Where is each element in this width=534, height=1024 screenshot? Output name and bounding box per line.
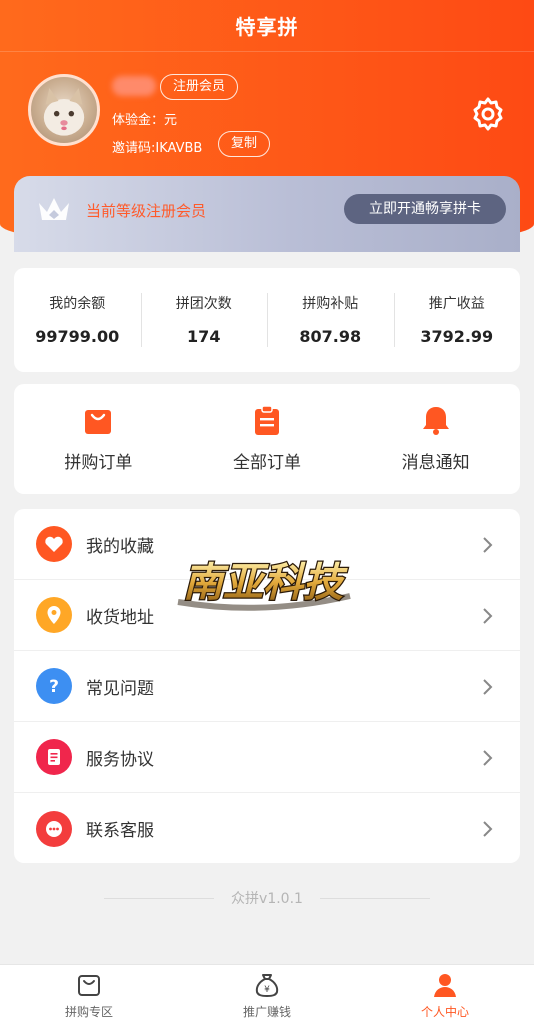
cat-avatar-icon xyxy=(43,88,85,136)
stat-value: 99799.00 xyxy=(35,327,120,346)
money-bag-icon: ¥ xyxy=(255,974,279,998)
order-item-label: 消息通知 xyxy=(401,453,470,473)
question-icon: ? xyxy=(36,668,72,704)
account-stats-card: 我的余额 99799.00 拼团次数 174 拼购补贴 807.98 推广收益 … xyxy=(14,268,520,372)
menu-item-label: 我的收藏 xyxy=(86,536,154,557)
stat-value: 174 xyxy=(187,327,221,346)
page-title: 特享拼 xyxy=(235,15,299,39)
copy-invite-button[interactable]: 复制 xyxy=(218,131,271,157)
stat-label: 拼购补贴 xyxy=(302,296,359,312)
stat-value: 3792.99 xyxy=(420,327,494,346)
stat-value: 807.98 xyxy=(299,327,362,346)
order-item-label: 全部订单 xyxy=(233,453,301,473)
heart-icon xyxy=(36,526,72,562)
menu-item-faq[interactable]: ? 常见问题 xyxy=(14,651,520,722)
chevron-right-icon xyxy=(483,750,493,766)
stat-balance[interactable]: 我的余额 99799.00 xyxy=(14,291,141,349)
notifications-button[interactable]: 消息通知 xyxy=(351,384,520,494)
stat-label: 推广收益 xyxy=(428,296,485,312)
cart-icon xyxy=(78,975,100,996)
stat-promotion-income[interactable]: 推广收益 3792.99 xyxy=(393,291,521,349)
avatar[interactable] xyxy=(28,74,100,146)
chevron-right-icon xyxy=(483,537,493,553)
tab-promote-earn[interactable]: ¥ 推广赚钱 xyxy=(178,965,356,1024)
stat-group-count[interactable]: 拼团次数 174 xyxy=(140,291,268,349)
chevron-right-icon xyxy=(483,679,493,695)
person-icon xyxy=(434,974,456,997)
watermark-logo: 南亚科技 xyxy=(177,558,351,611)
crown-icon xyxy=(39,198,69,220)
chat-icon xyxy=(36,810,72,847)
stat-label: 拼团次数 xyxy=(175,296,232,312)
bell-icon xyxy=(422,407,449,435)
invite-code: 邀请码:IKAVBB xyxy=(112,141,203,156)
open-vip-card-button[interactable]: 立即开通畅享拼卡 xyxy=(344,194,506,224)
vip-membership-card: 当前等级注册会员 立即开通畅享拼卡 xyxy=(14,176,520,252)
chevron-right-icon xyxy=(483,821,493,837)
shopping-bag-icon xyxy=(85,410,112,434)
svg-text:南亚科技: 南亚科技 xyxy=(183,559,348,606)
settings-gear-icon[interactable] xyxy=(470,96,506,132)
svg-text:¥: ¥ xyxy=(264,985,270,995)
menu-item-label: 服务协议 xyxy=(86,749,154,770)
svg-text:?: ? xyxy=(49,677,59,697)
tab-label: 拼购专区 xyxy=(64,1005,113,1019)
current-level-text: 当前等级注册会员 xyxy=(86,202,207,220)
menu-item-label: 联系客服 xyxy=(86,821,154,841)
orders-card: 拼购订单 全部订单 消息通知 xyxy=(14,384,520,494)
menu-item-customer-service[interactable]: 联系客服 xyxy=(14,793,520,864)
document-icon xyxy=(36,739,72,775)
tab-label: 推广赚钱 xyxy=(242,1005,291,1019)
top-bar: 特享拼 xyxy=(0,0,534,52)
menu-item-label: 常见问题 xyxy=(86,678,154,699)
tab-label: 个人中心 xyxy=(420,1005,469,1019)
bottom-tab-bar: 拼购专区 ¥ 推广赚钱 个人中心 xyxy=(0,964,534,1024)
app-version: 众拼v1.0.1 xyxy=(0,888,534,908)
location-icon xyxy=(36,597,72,633)
member-level-tag: 注册会员 xyxy=(160,74,239,100)
menu-item-service-agreement[interactable]: 服务协议 xyxy=(14,722,520,793)
order-item-label: 拼购订单 xyxy=(64,453,133,473)
group-orders-button[interactable]: 拼购订单 xyxy=(14,384,183,494)
clipboard-icon xyxy=(255,405,279,435)
username-blurred xyxy=(112,76,156,96)
experience-balance: 体验金：元 xyxy=(112,113,178,128)
tab-group-buy-zone[interactable]: 拼购专区 xyxy=(0,965,178,1024)
stat-subsidy[interactable]: 拼购补贴 807.98 xyxy=(267,291,394,349)
menu-item-label: 收货地址 xyxy=(86,607,154,628)
tab-personal-center[interactable]: 个人中心 xyxy=(356,965,534,1024)
chevron-right-icon xyxy=(483,608,493,624)
all-orders-button[interactable]: 全部订单 xyxy=(183,384,352,494)
stat-label: 我的余额 xyxy=(49,296,106,312)
